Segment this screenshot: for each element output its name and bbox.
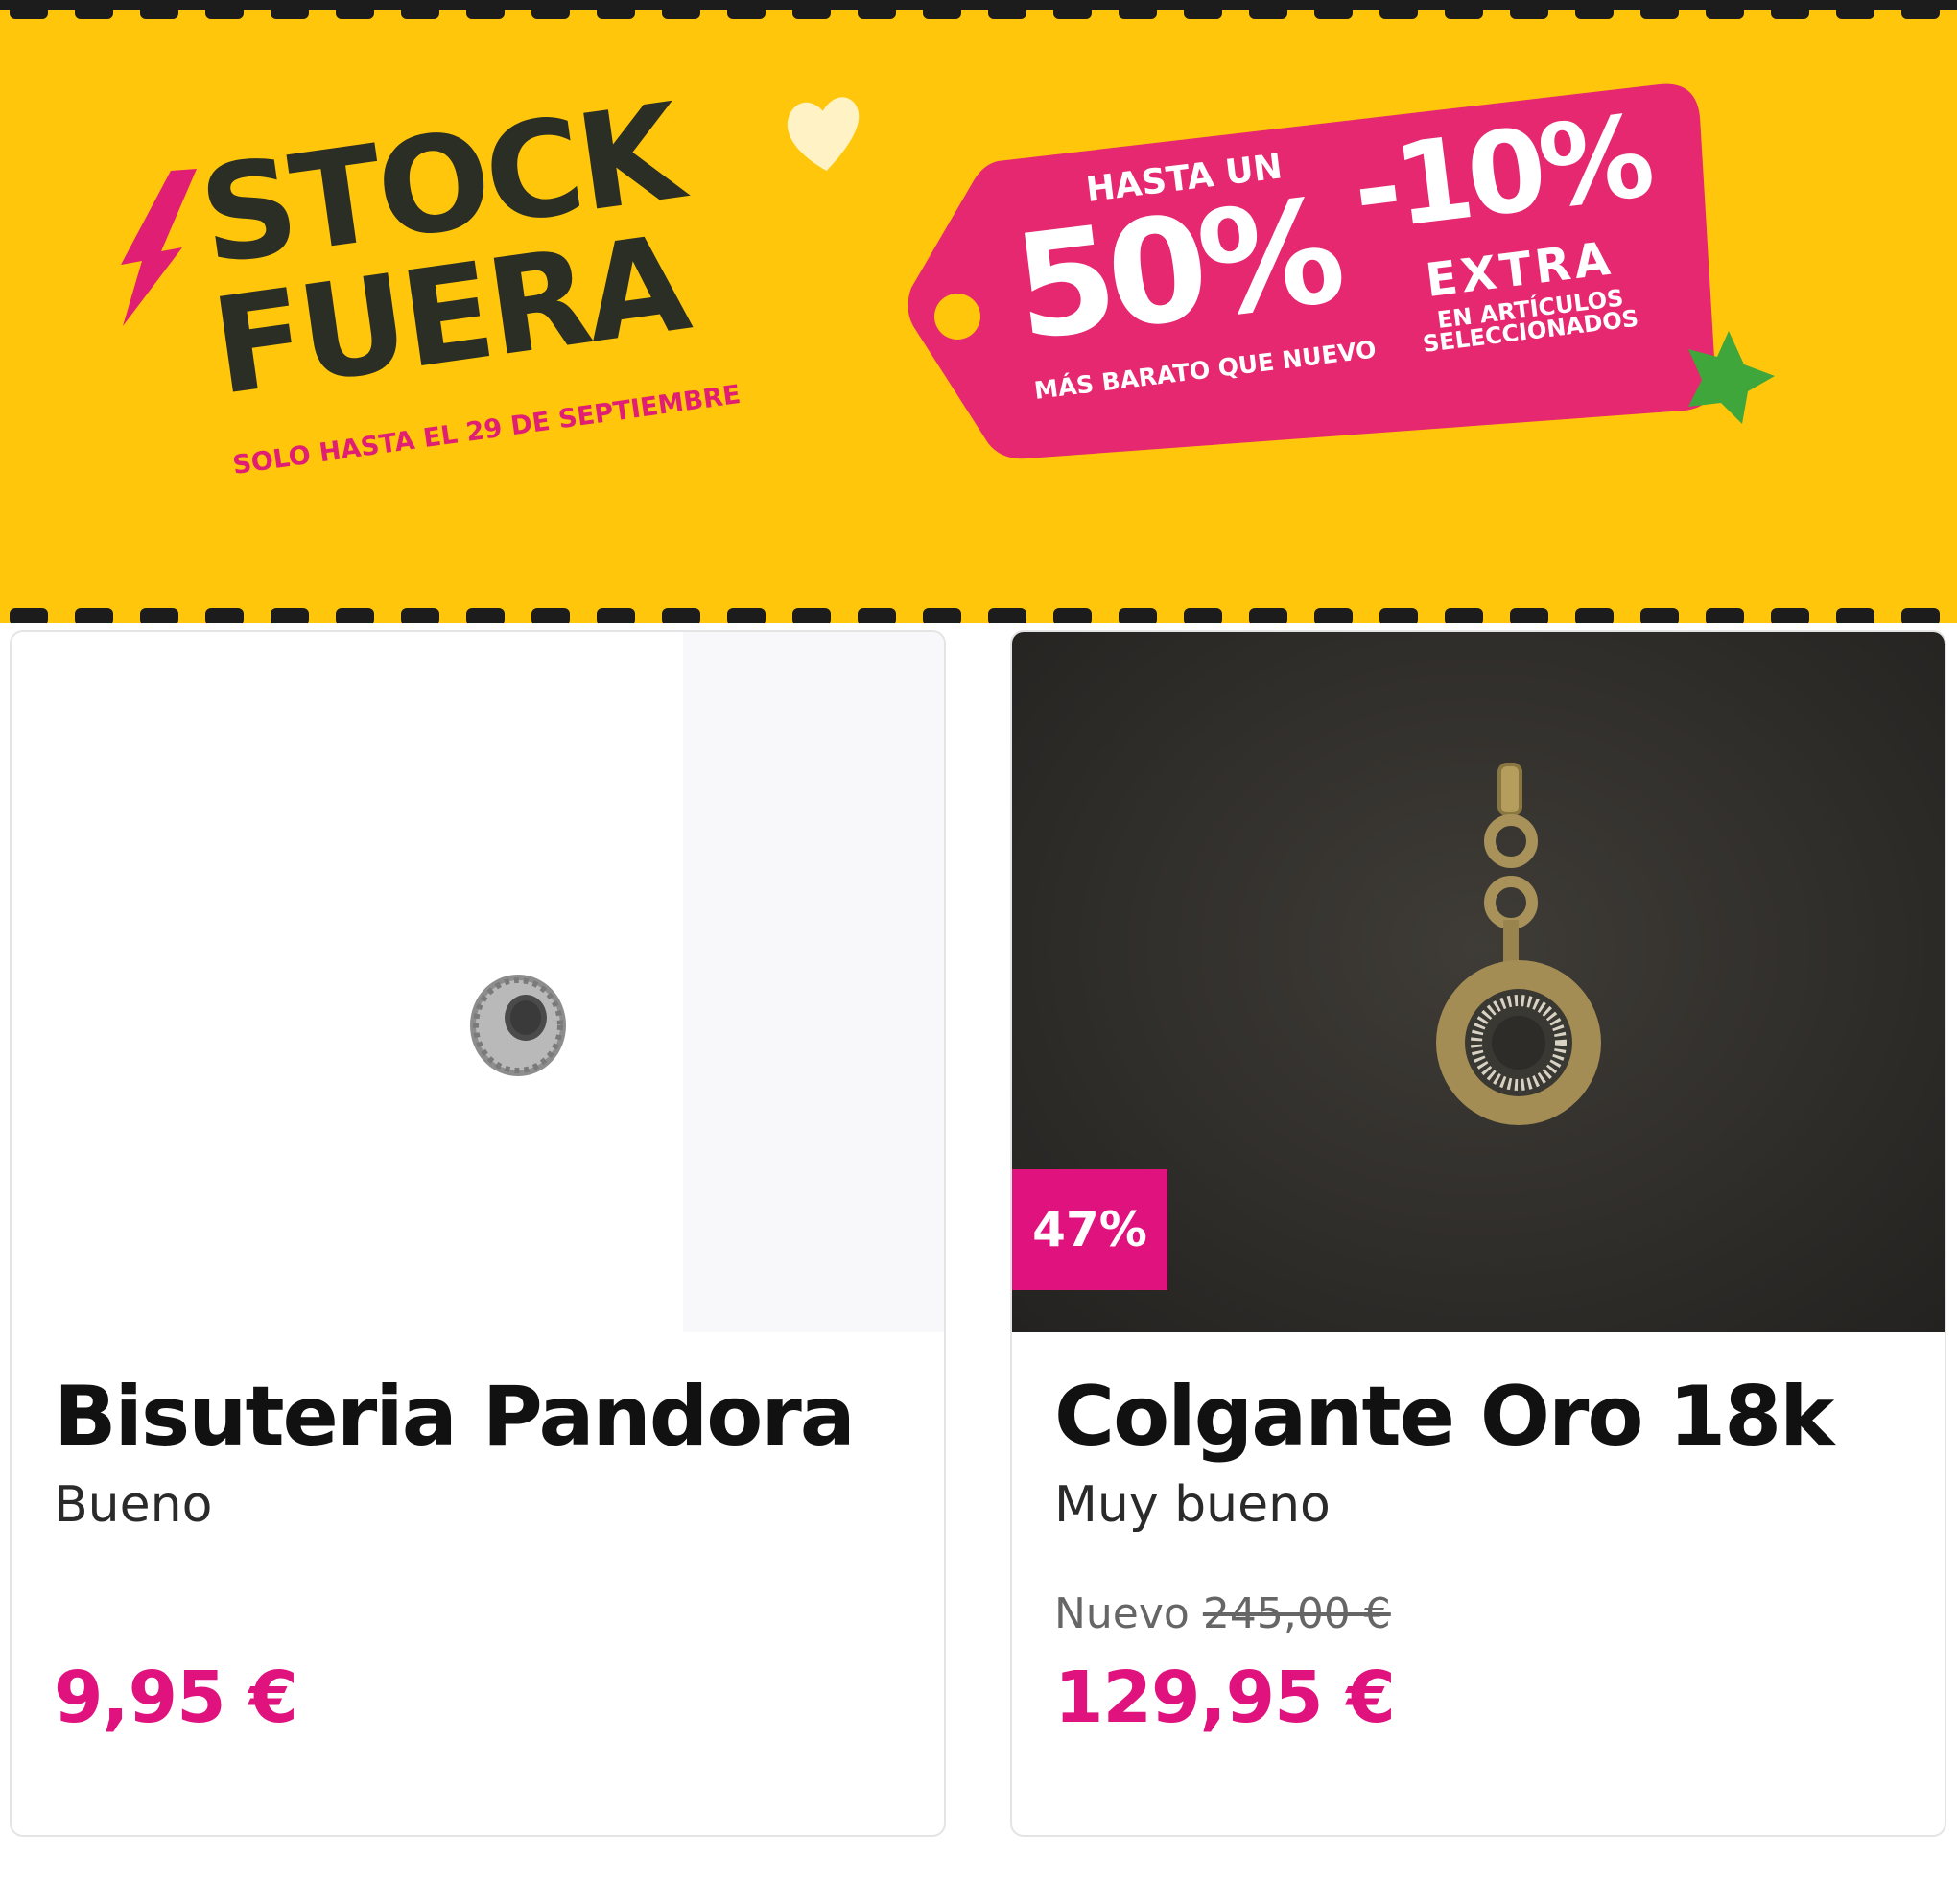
banner-dash	[1836, 0, 1874, 19]
product-image[interactable]	[12, 632, 944, 1332]
banner-dash	[531, 608, 570, 623]
banner-dash	[336, 0, 374, 19]
banner-dash	[1640, 0, 1679, 19]
banner-dash	[140, 0, 178, 19]
banner-dash	[792, 608, 831, 623]
product-condition: Muy bueno	[1054, 1476, 1331, 1534]
banner-dash	[1379, 608, 1418, 623]
product-card[interactable]: Bisuteria Pandora Bueno 9,95 €	[10, 630, 946, 1837]
banner-dash	[727, 0, 766, 19]
product-title[interactable]: Bisuteria Pandora	[54, 1369, 856, 1465]
banner-dash	[466, 0, 505, 19]
banner-dash	[1901, 0, 1940, 19]
banner-dash	[858, 0, 896, 19]
discount-badge: 47%	[1012, 1169, 1167, 1290]
banner-dash	[1249, 0, 1287, 19]
banner-dash	[401, 0, 439, 19]
banner-dash	[336, 608, 374, 623]
banner-dash	[1836, 608, 1874, 623]
banner-dash	[75, 0, 113, 19]
product-card[interactable]: 47% Colgante Oro 18k Muy bueno Nuevo 245…	[1010, 630, 1946, 1837]
banner-dash	[988, 0, 1026, 19]
banner-dash	[597, 608, 635, 623]
banner-dash	[75, 608, 113, 623]
banner-dash	[1184, 0, 1222, 19]
banner-dash	[1575, 608, 1614, 623]
banner-dash	[1053, 608, 1092, 623]
banner-dash	[1901, 608, 1940, 623]
banner-dash	[727, 608, 766, 623]
banner-dash	[1510, 0, 1548, 19]
banner-dash	[1053, 0, 1092, 19]
reference-price-value: 245,00 €	[1202, 1589, 1391, 1638]
product-title[interactable]: Colgante Oro 18k	[1054, 1369, 1834, 1465]
banner-dash	[1706, 608, 1744, 623]
banner-dash	[1575, 0, 1614, 19]
promo-banner[interactable]: STOCK FUERA SOLO HASTA EL 29 DE SEPTIEMB…	[0, 0, 1957, 623]
banner-dash	[271, 0, 309, 19]
banner-dash	[1119, 608, 1157, 623]
banner-dash	[1445, 0, 1483, 19]
banner-dash	[10, 0, 48, 19]
banner-dash	[1510, 608, 1548, 623]
banner-dash	[1184, 608, 1222, 623]
banner-dash	[662, 0, 700, 19]
banner-dash	[531, 0, 570, 19]
banner-dash	[1314, 608, 1353, 623]
banner-dash	[466, 608, 505, 623]
product-condition: Bueno	[54, 1476, 213, 1534]
banner-dash	[271, 608, 309, 623]
reference-price-label: Nuevo	[1054, 1589, 1190, 1638]
charm-bead-image	[470, 632, 944, 1332]
product-image[interactable]: 47%	[1012, 632, 1945, 1332]
banner-dash	[140, 608, 178, 623]
banner-dash	[401, 608, 439, 623]
banner-dash	[205, 0, 244, 19]
banner-dash	[1771, 0, 1809, 19]
banner-dash	[792, 0, 831, 19]
banner-dash	[923, 608, 961, 623]
banner-dash	[1119, 0, 1157, 19]
reference-price: Nuevo 245,00 €	[1054, 1589, 1391, 1638]
product-price: 129,95 €	[1054, 1657, 1396, 1739]
banner-dash	[1706, 0, 1744, 19]
product-price: 9,95 €	[54, 1657, 298, 1739]
banner-dash	[1640, 608, 1679, 623]
banner-dash	[1379, 0, 1418, 19]
banner-dash	[1445, 608, 1483, 623]
banner-dash	[988, 608, 1026, 623]
banner-dash	[662, 608, 700, 623]
banner-dash	[923, 0, 961, 19]
banner-dash	[1771, 608, 1809, 623]
banner-dash	[597, 0, 635, 19]
banner-dash	[205, 608, 244, 623]
tag-hole	[934, 294, 980, 340]
banner-dash	[10, 608, 48, 623]
banner-dash	[858, 608, 896, 623]
banner-dash	[1314, 0, 1353, 19]
banner-dash	[1249, 608, 1287, 623]
